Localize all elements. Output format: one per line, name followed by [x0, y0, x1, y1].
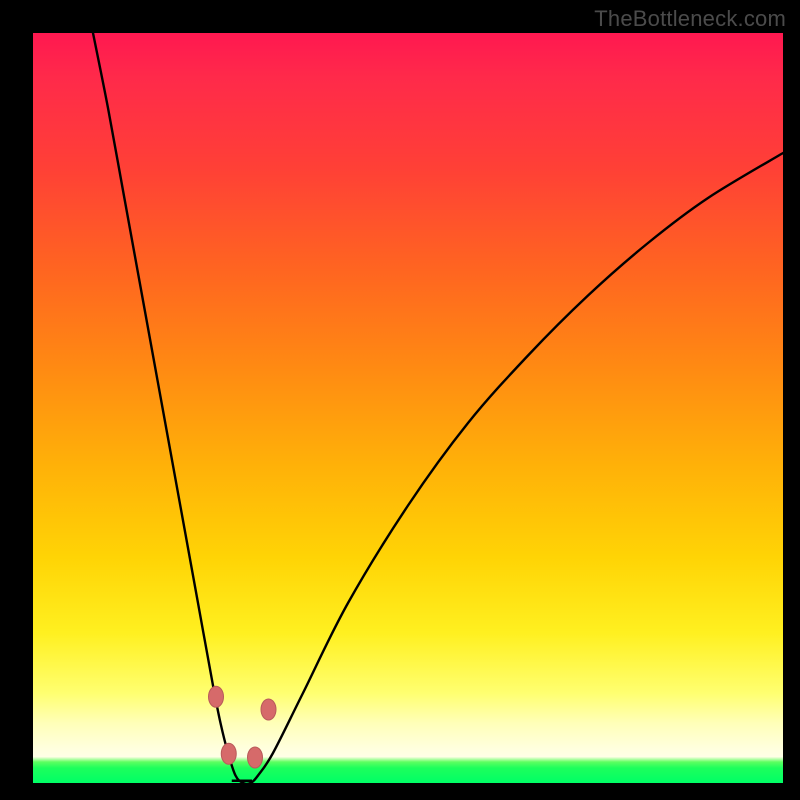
right-upper-dot [261, 699, 276, 720]
left-lower-dot [221, 743, 236, 764]
watermark-text: TheBottleneck.com [594, 6, 786, 32]
outer-frame: TheBottleneck.com [0, 0, 800, 800]
curve-group [93, 33, 783, 784]
chart-svg [33, 33, 783, 783]
left-upper-dot [209, 686, 224, 707]
right-lower-dot [248, 747, 263, 768]
bottleneck-curve [93, 33, 783, 784]
marker-dots-group [209, 686, 277, 768]
